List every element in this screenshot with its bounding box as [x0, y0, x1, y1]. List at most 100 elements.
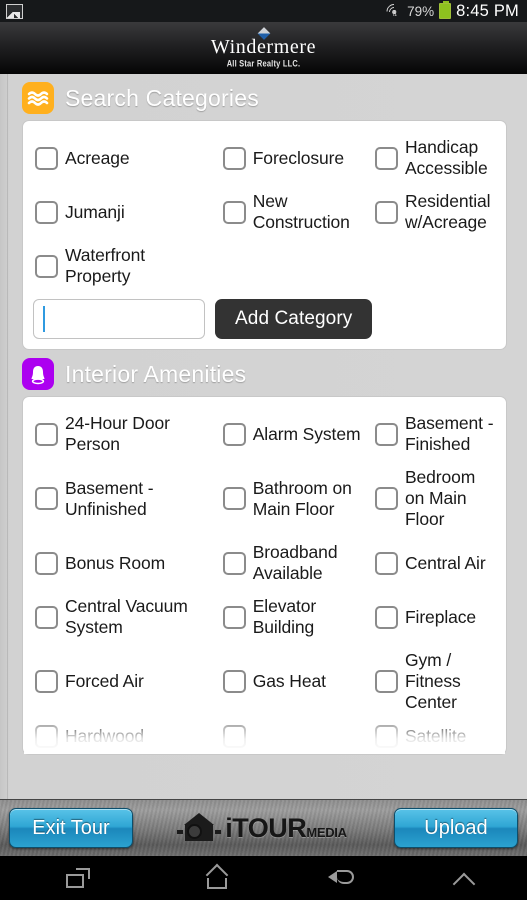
- checkbox-item-foreclosure[interactable]: Foreclosure: [219, 131, 371, 185]
- nav-back-button[interactable]: [279, 856, 403, 900]
- windermere-diamond-icon: [249, 26, 279, 40]
- amenity-row: Bonus Room Broadband Available Central A…: [31, 536, 498, 590]
- section-header-interior-amenities: Interior Amenities: [0, 350, 527, 396]
- checkbox-item-alarm-system[interactable]: Alarm System: [219, 407, 371, 461]
- checkbox-item-hardwood[interactable]: Hardwood: [31, 719, 219, 754]
- upload-button[interactable]: Upload: [394, 808, 518, 848]
- checkbox-item-24-hour-door-person[interactable]: 24-Hour Door Person: [31, 407, 219, 461]
- amenity-row: 24-Hour Door Person Alarm System Basemen…: [31, 407, 498, 461]
- add-category-input[interactable]: [33, 299, 205, 339]
- home-icon: [203, 863, 231, 889]
- scrollbar-rail[interactable]: [7, 74, 8, 799]
- checkbox-icon[interactable]: [222, 605, 246, 629]
- checkbox-item-fireplace[interactable]: Fireplace: [371, 590, 498, 644]
- checkbox-label: Basement - Unfinished: [65, 477, 154, 519]
- checkbox-icon[interactable]: [374, 725, 398, 748]
- checkbox-item-central-vacuum-system[interactable]: Central Vacuum System: [31, 590, 219, 644]
- checkbox-icon[interactable]: [222, 670, 246, 693]
- status-bar-right: ⇅ 79% 8:45 PM: [383, 0, 519, 23]
- checkbox-icon[interactable]: [374, 487, 398, 510]
- checkbox-item-gas-heat[interactable]: Gas Heat: [219, 644, 371, 719]
- wifi-icon: ⇅: [383, 0, 405, 23]
- checkbox-label: Hardwood: [65, 726, 144, 746]
- checkbox-item-basement-unfinished[interactable]: Basement - Unfinished: [31, 461, 219, 536]
- logo-main-text: iTOUR: [225, 812, 307, 843]
- checkbox-label: Waterfront Property: [65, 245, 146, 286]
- checkbox-label: Foreclosure: [252, 147, 345, 168]
- checkbox-icon[interactable]: [35, 551, 58, 575]
- checkbox-icon[interactable]: [35, 422, 58, 446]
- checkbox-icon[interactable]: [35, 487, 58, 510]
- exit-tour-button[interactable]: Exit Tour: [9, 808, 133, 848]
- amenity-row: Central Vacuum System Elevator Building …: [31, 590, 498, 644]
- checkbox-label: Gas Heat: [252, 671, 326, 691]
- checkbox-item-bonus-room[interactable]: Bonus Room: [31, 536, 219, 590]
- checkbox-icon[interactable]: [222, 487, 246, 510]
- checkbox-item-bedroom-on-main-floor[interactable]: Bedroom on Main Floor: [371, 461, 498, 536]
- checkbox-item-gym-fitness-center[interactable]: Gym / Fitness Center: [371, 644, 498, 719]
- bell-icon: [22, 358, 54, 390]
- checkbox-icon[interactable]: [35, 200, 58, 224]
- bottom-toolbar: Exit Tour iTOUR MEDIA Upload: [0, 799, 527, 856]
- battery-percent: 79%: [407, 3, 435, 19]
- checkbox-label: 24-Hour Door Person: [65, 413, 170, 454]
- checkbox-icon[interactable]: [35, 605, 58, 629]
- battery-icon: [439, 1, 452, 19]
- checkbox-icon[interactable]: [374, 422, 398, 446]
- checkbox-label: Gym / Fitness Center: [404, 650, 461, 712]
- checkbox-item-elevator-building[interactable]: Elevator Building: [219, 590, 371, 644]
- image-notification-icon: [6, 3, 23, 19]
- checkbox-label: Jumanji: [65, 201, 125, 222]
- checkbox-icon[interactable]: [222, 422, 246, 446]
- category-row: Waterfront Property: [31, 239, 498, 293]
- checkbox-label: Central Vacuum System: [65, 596, 188, 637]
- checkbox-icon[interactable]: [35, 725, 58, 748]
- status-bar-left: [6, 3, 23, 19]
- checkbox-item-jumanji[interactable]: Jumanji: [31, 185, 219, 239]
- checkbox-icon[interactable]: [35, 670, 58, 693]
- checkbox-item-partial[interactable]: [219, 719, 371, 754]
- checkbox-icon[interactable]: [374, 670, 398, 693]
- checkbox-item-central-air[interactable]: Central Air: [371, 536, 498, 590]
- add-category-row: Add Category: [31, 293, 498, 341]
- checkbox-item-satellite[interactable]: Satellite: [371, 719, 498, 754]
- amenity-row: Basement - Unfinished Bathroom on Main F…: [31, 461, 498, 536]
- checkbox-item-broadband-available[interactable]: Broadband Available: [219, 536, 371, 590]
- checkbox-label: Alarm System: [252, 423, 361, 444]
- checkbox-icon[interactable]: [374, 200, 398, 224]
- checkbox-label: Acreage: [65, 147, 130, 168]
- checkbox-icon[interactable]: [374, 605, 398, 629]
- checkbox-icon[interactable]: [222, 551, 246, 575]
- nav-expand-button[interactable]: [403, 856, 527, 900]
- add-category-button[interactable]: Add Category: [215, 299, 373, 339]
- checkbox-icon[interactable]: [35, 254, 58, 278]
- checkbox-label: Bedroom on Main Floor: [404, 467, 476, 529]
- nav-recents-button[interactable]: [0, 856, 155, 900]
- checkbox-item-forced-air[interactable]: Forced Air: [31, 644, 219, 719]
- checkbox-label: Residential w/Acreage: [404, 191, 491, 232]
- amenity-row: Forced Air Gas Heat Gym / Fitness Center: [31, 644, 498, 719]
- checkbox-icon[interactable]: [374, 146, 398, 170]
- checkbox-item-acreage[interactable]: Acreage: [31, 131, 219, 185]
- checkbox-label: Forced Air: [65, 671, 144, 691]
- checkbox-item-bathroom-on-main-floor[interactable]: Bathroom on Main Floor: [219, 461, 371, 536]
- checkbox-item-residential-w-acreage[interactable]: Residential w/Acreage: [371, 185, 498, 239]
- checkbox-icon[interactable]: [374, 551, 398, 575]
- checkbox-icon[interactable]: [35, 146, 58, 170]
- itour-wordmark: iTOUR MEDIA: [225, 812, 347, 844]
- nav-home-button[interactable]: [155, 856, 279, 900]
- scroll-content[interactable]: Search Categories Acreage Foreclosure Ha…: [0, 74, 527, 799]
- checkbox-item-handicap-accessible[interactable]: Handicap Accessible: [371, 131, 498, 185]
- checkbox-icon[interactable]: [222, 146, 246, 170]
- app-screen: ⇅ 79% 8:45 PM Windermere All Star Realty…: [0, 0, 527, 900]
- checkbox-item-waterfront-property[interactable]: Waterfront Property: [31, 239, 219, 293]
- checkbox-label: Central Air: [404, 552, 486, 573]
- checkbox-label: Bathroom on Main Floor: [252, 477, 352, 519]
- checkbox-item-basement-finished[interactable]: Basement - Finished: [371, 407, 498, 461]
- back-icon: [328, 868, 354, 888]
- checkbox-icon[interactable]: [222, 725, 246, 748]
- checkbox-item-new-construction[interactable]: New Construction: [219, 185, 371, 239]
- search-categories-panel: Acreage Foreclosure Handicap Accessible …: [22, 120, 507, 350]
- checkbox-icon[interactable]: [222, 200, 246, 224]
